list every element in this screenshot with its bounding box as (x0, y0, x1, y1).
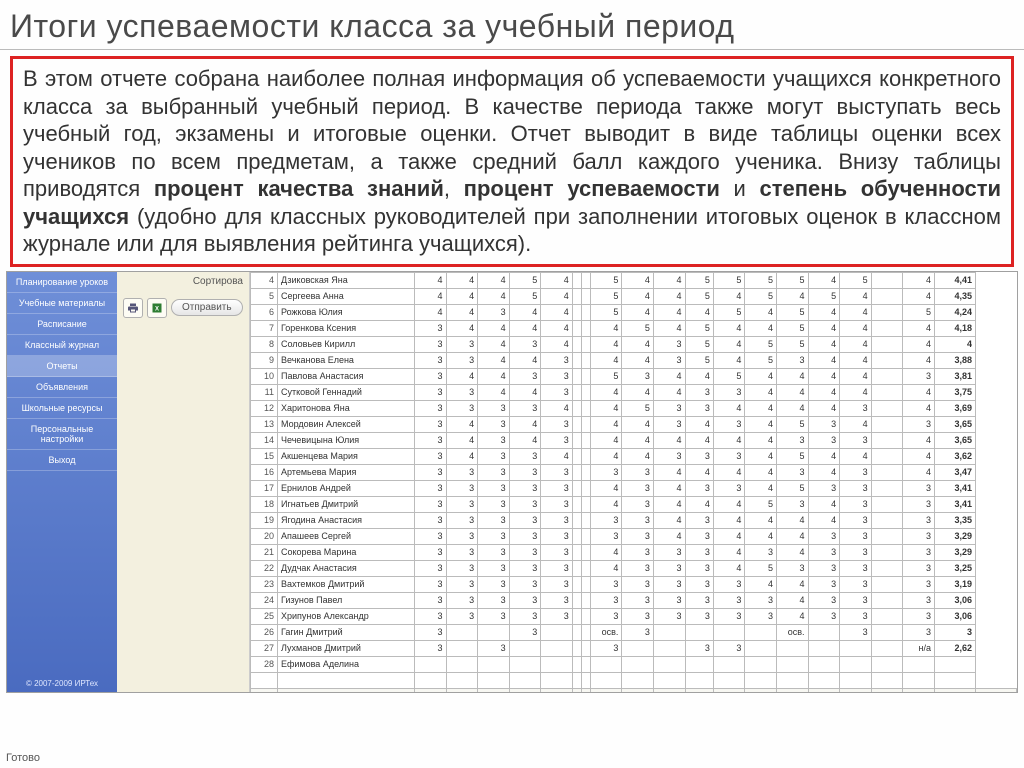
table-row: 25Хрипунов Александр3333333333343333,06 (251, 608, 1017, 624)
sidebar-item-schedule[interactable]: Расписание (7, 314, 117, 335)
desc-bold2: процент успеваемости (464, 176, 720, 201)
table-row: 11Сутковой Геннадий3344344433444443,75 (251, 384, 1017, 400)
status-bar: Готово (6, 752, 40, 764)
sidebar: Планирование уроков Учебные материалы Ра… (7, 272, 117, 692)
sidebar-item-exit[interactable]: Выход (7, 450, 117, 471)
table-row: 21Сокорева Марина3333343334343333,29 (251, 544, 1017, 560)
sidebar-item-resources[interactable]: Школьные ресурсы (7, 398, 117, 419)
table-row: 9Вечканова Елена3344344354534443,88 (251, 352, 1017, 368)
send-button[interactable]: Отправить (171, 299, 243, 316)
svg-text:X: X (155, 306, 159, 312)
sort-label: Сортирова (193, 276, 243, 287)
sidebar-item-planning[interactable]: Планирование уроков (7, 272, 117, 293)
table-row: 19Ягодина Анастасия3333333434444333,35 (251, 512, 1017, 528)
excel-icon[interactable]: X (147, 298, 167, 318)
table-row: 7Горенкова Ксения3444445454454444,18 (251, 320, 1017, 336)
table-row: 20Апашеев Сергей3333333434443333,29 (251, 528, 1017, 544)
sidebar-item-announce[interactable]: Объявления (7, 377, 117, 398)
summary-row: % качества30,851,933,340,730,892,340,765… (251, 688, 1017, 692)
copyright: © 2007-2009 ИРТех (7, 675, 117, 692)
page-title: Итоги успеваемости класса за учебный пер… (0, 0, 1024, 50)
sidebar-item-materials[interactable]: Учебные материалы (7, 293, 117, 314)
table-row: 6Рожкова Юлия4434454445454454,24 (251, 304, 1017, 320)
table-row: 26Гагин Дмитрий33осв.3осв.333 (251, 624, 1017, 640)
table-row: 16Артемьева Мария3333333444434343,47 (251, 464, 1017, 480)
table-row: 23Вахтемков Дмитрий3333333333443333,19 (251, 576, 1017, 592)
table-row: 12Харитонова Яна3333445334444343,69 (251, 400, 1017, 416)
table-row: 24Гизунов Павел3333333333343333,06 (251, 592, 1017, 608)
table-row: 28Ефимова Аделина (251, 656, 1017, 672)
table-row: 14Чечевицына Юлия3434344444433343,65 (251, 432, 1017, 448)
table-row: 13Мордовин Алексей3434344343453433,65 (251, 416, 1017, 432)
table-row: 17Ернилов Андрей3333343433453333,41 (251, 480, 1017, 496)
desc-bold1: процент качества знаний (154, 176, 444, 201)
sidebar-item-settings[interactable]: Персональные настройки (7, 419, 117, 450)
sidebar-item-journal[interactable]: Классный журнал (7, 335, 117, 356)
table-row: 22Дудчак Анастасия3333343334533333,25 (251, 560, 1017, 576)
table-row: 18Игнатьев Дмитрий3333343444534333,41 (251, 496, 1017, 512)
toolbar: X Отправить (123, 298, 243, 318)
table-row: 27Лухманов Дмитрий33333н/а2,62 (251, 640, 1017, 656)
description-box: В этом отчете собрана наиболее полная ин… (10, 56, 1014, 267)
grades-grid[interactable]: 4Дзиковская Яна4445454455554544,415Серге… (250, 272, 1017, 692)
table-row: 5Сергеева Анна4445454454545444,35 (251, 288, 1017, 304)
desc-part2: (удобно для классных руководителей при з… (23, 204, 1001, 257)
mid-panel: Сортирова X Отправить (117, 272, 250, 692)
sidebar-item-reports[interactable]: Отчеты (7, 356, 117, 377)
table-row: 15Акшенцева Мария3433444333454443,62 (251, 448, 1017, 464)
app-screenshot: Планирование уроков Учебные материалы Ра… (6, 271, 1018, 693)
table-row: 10Павлова Анастасия3443353445444433,81 (251, 368, 1017, 384)
print-icon[interactable] (123, 298, 143, 318)
table-row: 4Дзиковская Яна4445454455554544,41 (251, 272, 1017, 288)
table-row: 8Соловьев Кирилл3343444354554444 (251, 336, 1017, 352)
